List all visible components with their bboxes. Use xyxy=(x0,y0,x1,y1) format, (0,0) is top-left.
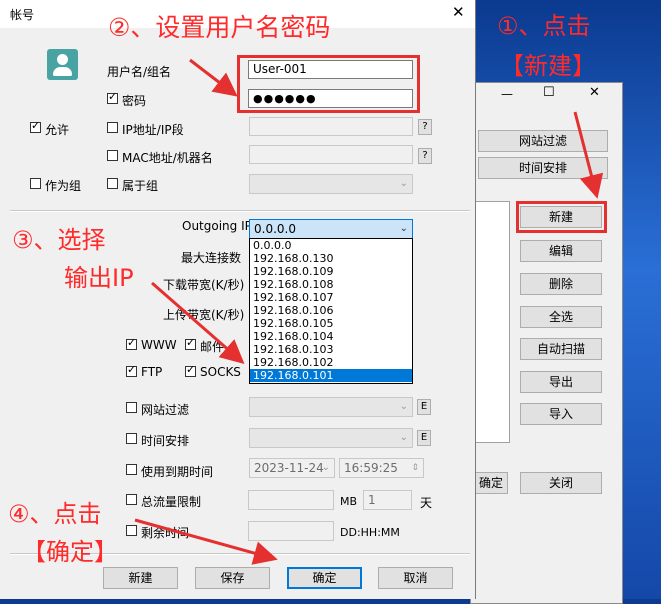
arrow-step2 xyxy=(189,58,238,97)
arrow-step4 xyxy=(134,518,278,565)
annotation-step3: ③、选择 xyxy=(12,226,106,254)
annotation-step4: ④、点击 xyxy=(8,500,102,528)
annotation-step1: ①、点击 xyxy=(497,12,591,40)
annotation-step3b: 输出IP xyxy=(64,264,134,292)
annotation-step2: ②、设置用户名密码 xyxy=(108,13,331,42)
annotation-step1b: 【新建】 xyxy=(500,52,596,80)
arrow-step3 xyxy=(151,281,245,364)
arrow-step1 xyxy=(573,111,604,199)
annotation-step4b: 【确定】 xyxy=(22,538,118,566)
